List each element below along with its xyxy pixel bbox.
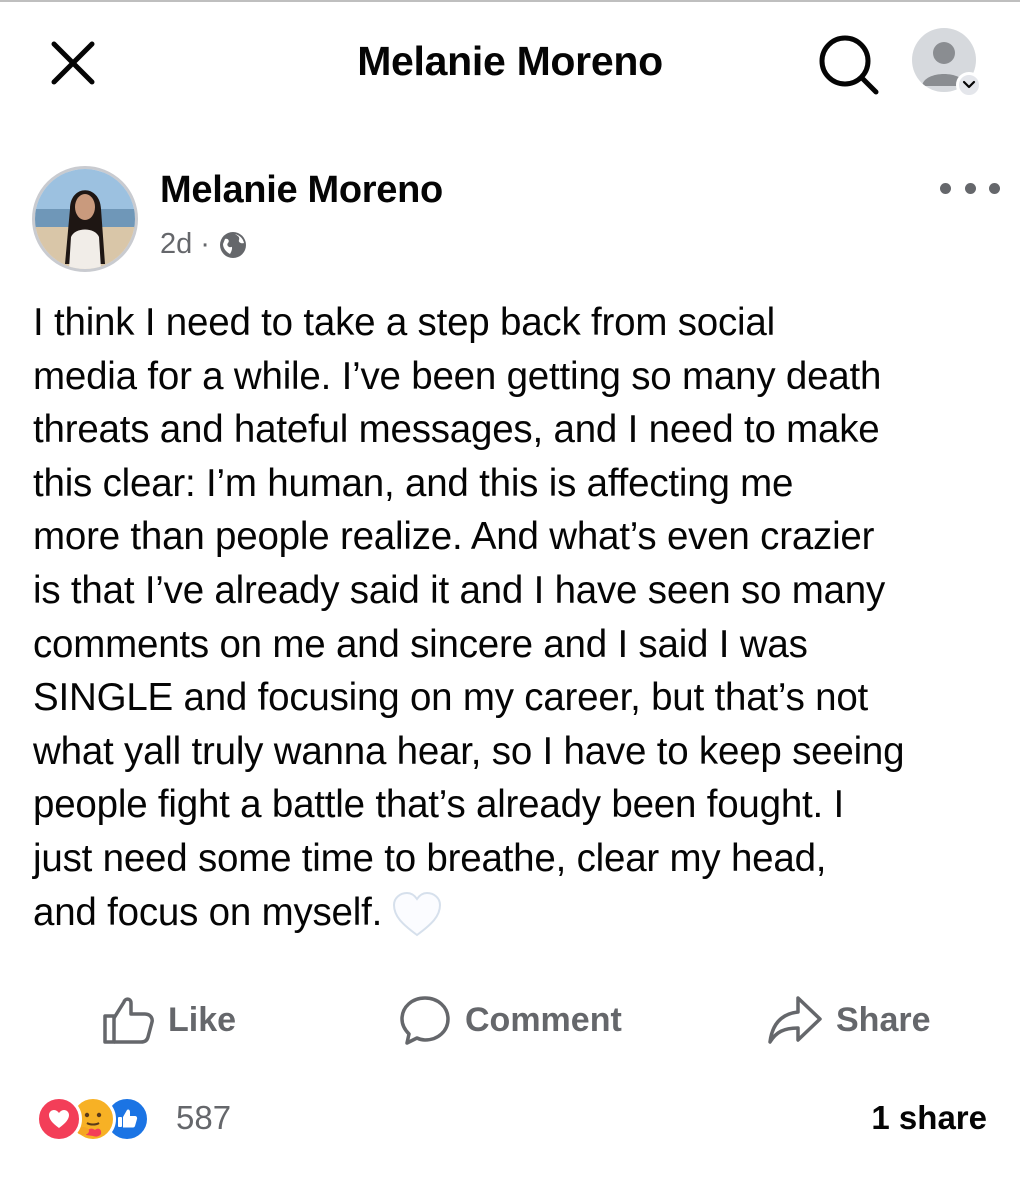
post-line: this clear: I’m human, and this is affec…: [33, 461, 794, 505]
more-dot-icon: [940, 182, 951, 194]
love-reaction-icon: [36, 1096, 82, 1142]
post-line: more than people realize. And what’s eve…: [33, 515, 875, 559]
share-icon: [768, 996, 822, 1044]
author-avatar[interactable]: [32, 166, 138, 272]
more-options-button[interactable]: [940, 176, 1000, 200]
header: Melanie Moreno: [0, 0, 1020, 125]
post-line: I think I need to take a step back from …: [33, 301, 775, 344]
reaction-count[interactable]: 587: [176, 1099, 231, 1137]
share-count[interactable]: 1 share: [871, 1099, 987, 1137]
white-heart-icon: [393, 891, 442, 936]
post-line: and focus on myself.: [33, 890, 383, 934]
comment-icon: [400, 996, 450, 1045]
comment-label: Comment: [465, 1000, 622, 1039]
post-line: is that I’ve already said it and I have …: [33, 568, 886, 612]
post-line: just need some time to breathe, clear my…: [33, 836, 827, 880]
meta-separator: ·: [200, 228, 210, 260]
post-line: people fight a battle that’s already bee…: [33, 783, 845, 827]
globe-icon[interactable]: [218, 230, 248, 260]
share-button[interactable]: Share: [766, 990, 931, 1050]
post-author-name[interactable]: Melanie Moreno: [160, 169, 443, 212]
profile-menu-button[interactable]: [912, 28, 982, 98]
like-button[interactable]: Like: [100, 990, 236, 1050]
post-line: what yall truly wanna hear, so I have to…: [33, 729, 905, 773]
search-button[interactable]: [816, 32, 882, 98]
post-timestamp[interactable]: 2d: [160, 228, 192, 261]
reactions-summary[interactable]: [36, 1096, 176, 1146]
post-line-last: and focus on myself.: [33, 886, 1003, 940]
chevron-down-icon: [956, 72, 982, 98]
share-label: Share: [836, 1000, 931, 1039]
more-dot-icon: [989, 182, 1000, 194]
post-line: comments on me and sincere and I said I …: [33, 622, 808, 666]
search-icon: [819, 35, 879, 95]
more-dot-icon: [964, 182, 976, 194]
post-line: media for a while. I’ve been getting so …: [33, 354, 882, 398]
post-meta: 2d ·: [160, 228, 248, 261]
post-text: I think I need to take a step back from …: [33, 296, 1003, 939]
like-label: Like: [168, 1000, 237, 1039]
comment-button[interactable]: Comment: [397, 990, 622, 1050]
post-line: SINGLE and focusing on my career, but th…: [33, 676, 869, 720]
post-line: threats and hateful messages, and I need…: [33, 408, 880, 452]
thumbs-up-icon: [103, 997, 154, 1044]
